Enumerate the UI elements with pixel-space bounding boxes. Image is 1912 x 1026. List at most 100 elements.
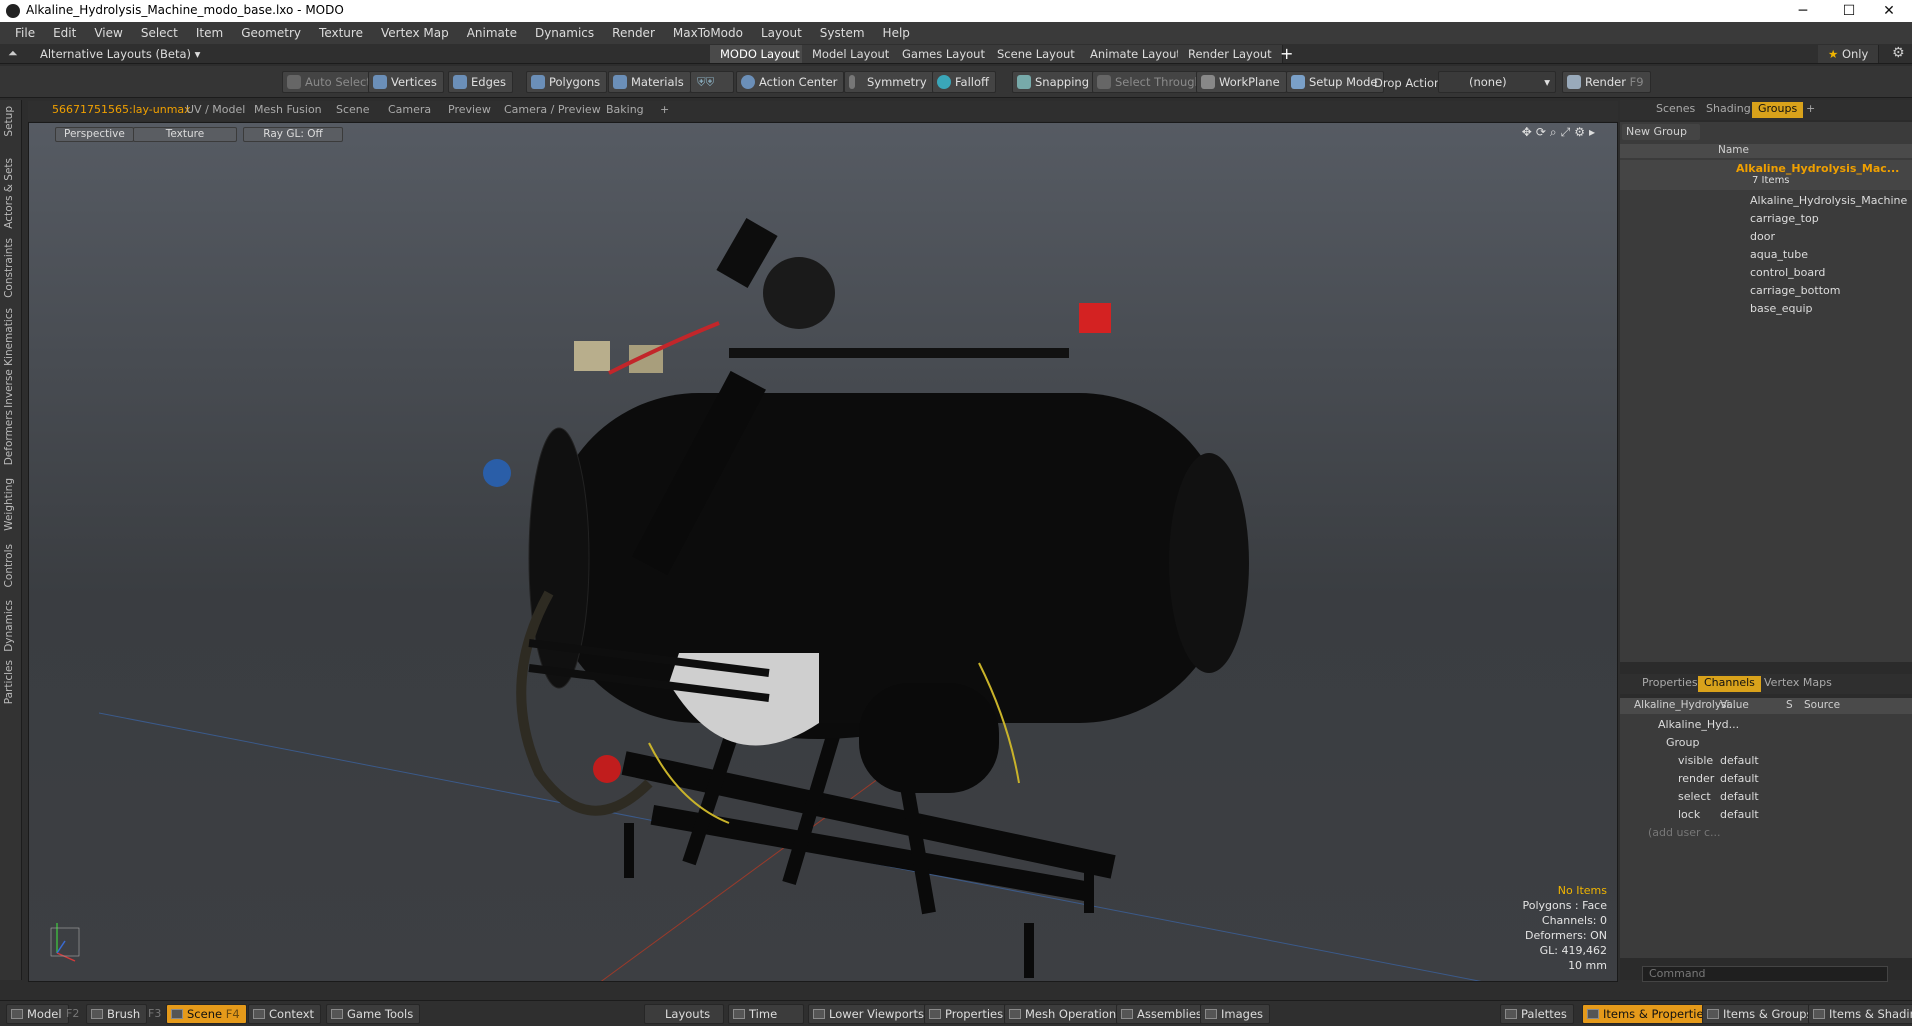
workplane-button[interactable]: WorkPlane bbox=[1196, 71, 1287, 93]
menu-item[interactable]: Item bbox=[196, 26, 223, 40]
menu-system[interactable]: System bbox=[820, 26, 865, 40]
properties-button[interactable]: Properties bbox=[924, 1004, 1011, 1024]
add-tab-icon[interactable]: + bbox=[654, 103, 675, 119]
side-tab-setup[interactable]: Setup bbox=[3, 106, 15, 137]
tab-animate-layout[interactable]: Animate Layout bbox=[1080, 45, 1192, 63]
tab-vertex-maps[interactable]: Vertex Maps bbox=[1758, 676, 1838, 692]
render-button[interactable]: Render F9 bbox=[1562, 71, 1651, 93]
menu-maxtomodo[interactable]: MaxToModo bbox=[673, 26, 743, 40]
channel-value[interactable]: default bbox=[1720, 808, 1759, 821]
tab-modo-layout[interactable]: MODO Layout bbox=[710, 45, 811, 63]
tab-scenes[interactable]: Scenes bbox=[1650, 102, 1701, 118]
menu-geometry[interactable]: Geometry bbox=[241, 26, 301, 40]
alt-layouts-dropdown[interactable]: Alternative Layouts (Beta) ▾ bbox=[40, 47, 200, 61]
list-item[interactable]: carriage_bottom bbox=[1620, 282, 1912, 300]
channel-value[interactable]: default bbox=[1720, 790, 1759, 803]
time-button[interactable]: Time bbox=[728, 1004, 804, 1024]
channel-row[interactable]: visible default bbox=[1620, 752, 1912, 770]
context-button[interactable]: Context bbox=[248, 1004, 322, 1024]
menu-render[interactable]: Render bbox=[612, 26, 655, 40]
edges-button[interactable]: Edges bbox=[448, 71, 513, 93]
polygons-button[interactable]: Polygons bbox=[526, 71, 608, 93]
mesh-operations-button[interactable]: Mesh Operations bbox=[1004, 1004, 1130, 1024]
scene-button[interactable]: Scene F4 bbox=[166, 1004, 247, 1024]
items-properties-button[interactable]: Items & Properties bbox=[1582, 1004, 1717, 1024]
images-button[interactable]: Images bbox=[1200, 1004, 1271, 1024]
vertices-button[interactable]: Vertices bbox=[368, 71, 444, 93]
layouts-button[interactable]: Layouts bbox=[644, 1004, 724, 1024]
assemblies-button[interactable]: Assemblies bbox=[1116, 1004, 1209, 1024]
menu-vertex-map[interactable]: Vertex Map bbox=[381, 26, 449, 40]
menu-file[interactable]: File bbox=[15, 26, 35, 40]
game-tools-button[interactable]: Game Tools bbox=[326, 1004, 421, 1024]
tab-camera-preview[interactable]: Camera / Preview bbox=[498, 103, 607, 119]
tab-channels[interactable]: Channels bbox=[1698, 676, 1761, 692]
select-through-button[interactable]: Select Through bbox=[1092, 71, 1209, 93]
channel-row[interactable]: render default bbox=[1620, 770, 1912, 788]
tab-uv-model[interactable]: UV / Model bbox=[180, 103, 251, 119]
tab-baking[interactable]: Baking bbox=[600, 103, 650, 119]
menu-view[interactable]: View bbox=[94, 26, 122, 40]
gear-icon[interactable]: ⚙ bbox=[1892, 45, 1905, 61]
setup-mode-button[interactable]: Setup Mode bbox=[1286, 71, 1385, 93]
channel-value[interactable]: default bbox=[1720, 754, 1759, 767]
falloff-button[interactable]: Falloff bbox=[932, 71, 996, 93]
channel-root-row[interactable]: Alkaline_Hyd... bbox=[1620, 716, 1912, 734]
layout-up-icon[interactable]: ⏶ bbox=[8, 46, 18, 61]
tab-scene-layout[interactable]: Scene Layout bbox=[987, 45, 1086, 63]
tab-groups[interactable]: Groups bbox=[1752, 102, 1804, 118]
tab-model-layout[interactable]: Model Layout bbox=[802, 45, 901, 63]
items-groups-button[interactable]: Items & Groups bbox=[1702, 1004, 1820, 1024]
close-icon[interactable]: ✕ bbox=[1866, 0, 1912, 22]
3d-viewport[interactable]: Perspective Texture Ray GL: Off ✥⟳⌕⤢⚙▸ N… bbox=[28, 122, 1618, 982]
palettes-button[interactable]: Palettes bbox=[1500, 1004, 1574, 1024]
menu-layout[interactable]: Layout bbox=[761, 26, 802, 40]
side-tab-ik[interactable]: Inverse Kinematics bbox=[3, 308, 15, 408]
side-tab-weighting[interactable]: Weighting bbox=[3, 478, 15, 531]
action-center-button[interactable]: Action Center bbox=[736, 71, 845, 93]
model-button[interactable]: Model bbox=[6, 1004, 69, 1024]
menu-edit[interactable]: Edit bbox=[53, 26, 76, 40]
side-tab-dynamics[interactable]: Dynamics bbox=[3, 600, 15, 652]
list-item[interactable]: door bbox=[1620, 228, 1912, 246]
tab-lay-unmax[interactable]: 56671751565:lay-unmax bbox=[46, 103, 197, 119]
select-mode-icons[interactable]: ⛨⛨ bbox=[690, 71, 734, 93]
command-input[interactable]: Command bbox=[1642, 966, 1888, 982]
add-user-channel-row[interactable]: (add user c... bbox=[1620, 824, 1912, 842]
tab-camera[interactable]: Camera bbox=[382, 103, 437, 119]
list-item[interactable]: base_equip bbox=[1620, 300, 1912, 318]
symmetry-button[interactable]: Symmetry bbox=[844, 71, 934, 93]
list-item[interactable]: aqua_tube bbox=[1620, 246, 1912, 264]
channel-row[interactable]: lock default bbox=[1620, 806, 1912, 824]
channel-row[interactable]: select default bbox=[1620, 788, 1912, 806]
menu-texture[interactable]: Texture bbox=[319, 26, 363, 40]
brush-button[interactable]: Brush bbox=[86, 1004, 148, 1024]
minimize-icon[interactable]: ─ bbox=[1780, 0, 1826, 22]
list-item[interactable]: control_board bbox=[1620, 264, 1912, 282]
add-layout-icon[interactable]: + bbox=[1280, 44, 1293, 63]
side-tab-deformers[interactable]: Deformers bbox=[3, 410, 15, 465]
group-row[interactable]: Alkaline_Hydrolysis_Mac... 7 Items bbox=[1620, 160, 1912, 190]
list-item[interactable]: Alkaline_Hydrolysis_Machine bbox=[1620, 192, 1912, 210]
list-item[interactable]: carriage_top bbox=[1620, 210, 1912, 228]
tab-render-layout[interactable]: Render Layout bbox=[1178, 45, 1283, 63]
tab-properties[interactable]: Properties bbox=[1636, 676, 1704, 692]
tab-scene[interactable]: Scene bbox=[330, 103, 376, 119]
menu-animate[interactable]: Animate bbox=[467, 26, 517, 40]
new-group-button[interactable]: New Group bbox=[1622, 124, 1700, 140]
tab-games-layout[interactable]: Games Layout bbox=[892, 45, 996, 63]
channel-value[interactable]: default bbox=[1720, 772, 1759, 785]
auto-select-button[interactable]: Auto Select bbox=[282, 71, 378, 93]
menu-select[interactable]: Select bbox=[141, 26, 178, 40]
menu-dynamics[interactable]: Dynamics bbox=[535, 26, 594, 40]
menu-help[interactable]: Help bbox=[883, 26, 910, 40]
add-panel-tab-icon[interactable]: + bbox=[1800, 102, 1821, 118]
side-tab-actors[interactable]: Actors & Sets bbox=[3, 158, 15, 229]
tab-mesh-fusion[interactable]: Mesh Fusion bbox=[248, 103, 328, 119]
tab-preview[interactable]: Preview bbox=[442, 103, 497, 119]
side-tab-controls[interactable]: Controls bbox=[3, 544, 15, 587]
drop-action-select[interactable]: (none) ▾ bbox=[1438, 71, 1556, 93]
side-tab-constraints[interactable]: Constraints bbox=[3, 238, 15, 298]
side-tab-particles[interactable]: Particles bbox=[3, 660, 15, 704]
materials-button[interactable]: Materials bbox=[608, 71, 691, 93]
